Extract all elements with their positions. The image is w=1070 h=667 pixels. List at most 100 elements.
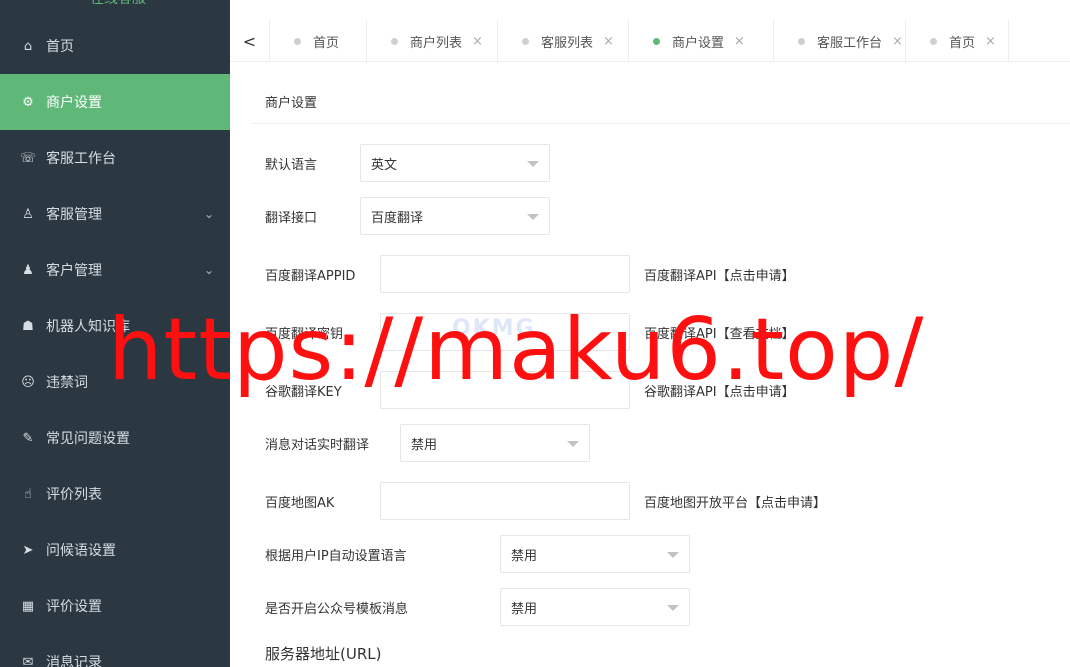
baidu-appid-label: 百度翻译APPID xyxy=(265,269,356,284)
caret-down-icon xyxy=(567,441,579,447)
sidebar-item-banned-words[interactable]: ☹ 违禁词 xyxy=(0,354,230,410)
close-icon[interactable]: × xyxy=(734,34,745,49)
caret-down-icon xyxy=(527,214,539,220)
divider xyxy=(252,123,1070,124)
sidebar-item-label: 首页 xyxy=(46,39,74,55)
close-icon[interactable]: × xyxy=(892,34,903,49)
select-value: 英文 xyxy=(371,157,398,173)
tab-merchant-settings[interactable]: 商户设置 × xyxy=(629,20,774,62)
sidebar-item-label: 商户设置 xyxy=(46,95,102,111)
baidu-map-apply-link[interactable]: 百度地图开放平台【点击申请】 xyxy=(644,492,826,511)
tab-scroll-left-button[interactable]: < xyxy=(230,20,270,62)
sidebar-item-merchant-settings[interactable]: ⚙ 商户设置 xyxy=(0,74,230,130)
default-language-select[interactable]: 英文 xyxy=(360,144,550,182)
sidebar-item-label: 评价设置 xyxy=(46,599,102,615)
edit-icon: ✎ xyxy=(22,430,34,446)
thumb-icon: ☝ xyxy=(24,486,32,502)
sidebar-item-label: 违禁词 xyxy=(46,375,88,391)
select-value: 禁用 xyxy=(511,601,538,617)
baidu-appid-apply-link[interactable]: 百度翻译API【点击申请】 xyxy=(644,265,795,284)
users-icon: ♟ xyxy=(22,262,34,278)
google-key-apply-link[interactable]: 谷歌翻译API【点击申请】 xyxy=(644,381,795,400)
caret-down-icon xyxy=(527,161,539,167)
chevron-down-icon: ⌄ xyxy=(203,207,214,221)
google-key-input[interactable] xyxy=(380,371,630,409)
send-icon: ➤ xyxy=(22,542,34,558)
baidu-map-ak-input[interactable] xyxy=(380,482,630,520)
sidebar: 在线客服 ⌂ 首页 ⚙ 商户设置 ☏ 客服工作台 ♙ 客服管理 ⌄ ♟ 客户管理… xyxy=(0,0,230,667)
sidebar-item-review-list[interactable]: ☝ 评价列表 xyxy=(0,466,230,522)
sidebar-item-label: 客服工作台 xyxy=(46,151,116,167)
sidebar-item-greeting-settings[interactable]: ➤ 问候语设置 xyxy=(0,522,230,578)
sidebar-item-label: 机器人知识库 xyxy=(46,319,130,335)
baidu-appid-input[interactable] xyxy=(380,255,630,293)
sidebar-item-robot-knowledge[interactable]: ☗ 机器人知识库 xyxy=(0,298,230,354)
sidebar-brand: 在线客服 xyxy=(90,0,146,8)
tab-dot-icon xyxy=(391,37,398,45)
sidebar-item-label: 消息记录 xyxy=(46,655,102,667)
translate-api-label: 翻译接口 xyxy=(265,211,318,226)
tab-label: 商户列表 xyxy=(410,35,463,51)
sidebar-item-label: 常见问题设置 xyxy=(46,431,130,447)
tab-dot-icon xyxy=(294,37,301,45)
baidu-secret-label: 百度翻译密钥 xyxy=(265,327,344,342)
tab-label: 客服列表 xyxy=(541,35,594,51)
tab-dot-icon xyxy=(653,37,660,45)
tab-service-list[interactable]: 客服列表 × xyxy=(498,20,629,62)
tab-home[interactable]: 首页 xyxy=(270,20,367,62)
tab-label: 客服工作台 xyxy=(817,35,883,51)
tab-label: 首页 xyxy=(313,35,340,51)
sidebar-item-label: 客服管理 xyxy=(46,207,102,223)
close-icon[interactable]: × xyxy=(985,34,996,49)
template-msg-label: 是否开启公众号模板消息 xyxy=(265,602,409,617)
tab-label: 首页 xyxy=(949,35,976,51)
page-title: 商户设置 xyxy=(265,96,318,111)
tab-label: 商户设置 xyxy=(672,35,725,51)
select-value: 禁用 xyxy=(511,548,538,564)
google-key-label: 谷歌翻译KEY xyxy=(265,385,342,400)
tab-dot-icon xyxy=(930,37,937,45)
sidebar-item-customer-management[interactable]: ♟ 客户管理 ⌄ xyxy=(0,242,230,298)
home-icon: ⌂ xyxy=(23,38,33,54)
sidebar-item-home[interactable]: ⌂ 首页 xyxy=(0,18,230,74)
tab-dot-icon xyxy=(522,37,529,45)
default-language-label: 默认语言 xyxy=(265,158,318,173)
face-icon: ☹ xyxy=(21,374,35,390)
select-value: 禁用 xyxy=(411,437,438,453)
logo-watermark: OKMG xyxy=(452,316,536,341)
close-icon[interactable]: × xyxy=(472,34,483,49)
header-strip xyxy=(230,0,1070,20)
calendar-icon: ▦ xyxy=(21,598,35,614)
caret-down-icon xyxy=(667,605,679,611)
tab-service-workbench[interactable]: 客服工作台 × xyxy=(774,20,906,62)
template-msg-select[interactable]: 禁用 xyxy=(500,588,690,626)
sidebar-item-review-settings[interactable]: ▦ 评价设置 xyxy=(0,578,230,634)
select-value: 百度翻译 xyxy=(371,210,424,226)
tab-bar: < 首页 商户列表 × 客服列表 × 商户设置 × 客服工作台 × 首页 × xyxy=(230,20,1070,62)
sidebar-item-faq-settings[interactable]: ✎ 常见问题设置 xyxy=(0,410,230,466)
caret-down-icon xyxy=(667,552,679,558)
sidebar-item-service-management[interactable]: ♙ 客服管理 ⌄ xyxy=(0,186,230,242)
realtime-translate-label: 消息对话实时翻译 xyxy=(265,438,370,453)
headset-icon: ☏ xyxy=(19,150,37,166)
baidu-map-ak-label: 百度地图AK xyxy=(265,496,335,511)
user-icon: ♙ xyxy=(22,206,34,222)
server-url-heading: 服务器地址(URL) xyxy=(265,645,382,663)
robot-icon: ☗ xyxy=(22,318,34,334)
close-icon[interactable]: × xyxy=(603,34,614,49)
realtime-translate-select[interactable]: 禁用 xyxy=(400,424,590,462)
message-icon: ✉ xyxy=(22,654,34,667)
tab-dot-icon xyxy=(798,37,805,45)
sidebar-item-label: 客户管理 xyxy=(46,263,102,279)
baidu-secret-docs-link[interactable]: 百度翻译API【查看文档】 xyxy=(644,323,795,342)
translate-api-select[interactable]: 百度翻译 xyxy=(360,197,550,235)
tab-home-2[interactable]: 首页 × xyxy=(906,20,1009,62)
sidebar-item-label: 评价列表 xyxy=(46,487,102,503)
ip-language-label: 根据用户IP自动设置语言 xyxy=(265,549,407,564)
tab-merchant-list[interactable]: 商户列表 × xyxy=(367,20,498,62)
gear-icon: ⚙ xyxy=(22,94,34,110)
sidebar-item-service-workbench[interactable]: ☏ 客服工作台 xyxy=(0,130,230,186)
sidebar-item-message-records[interactable]: ✉ 消息记录 xyxy=(0,634,230,667)
sidebar-item-label: 问候语设置 xyxy=(46,543,116,559)
ip-language-select[interactable]: 禁用 xyxy=(500,535,690,573)
